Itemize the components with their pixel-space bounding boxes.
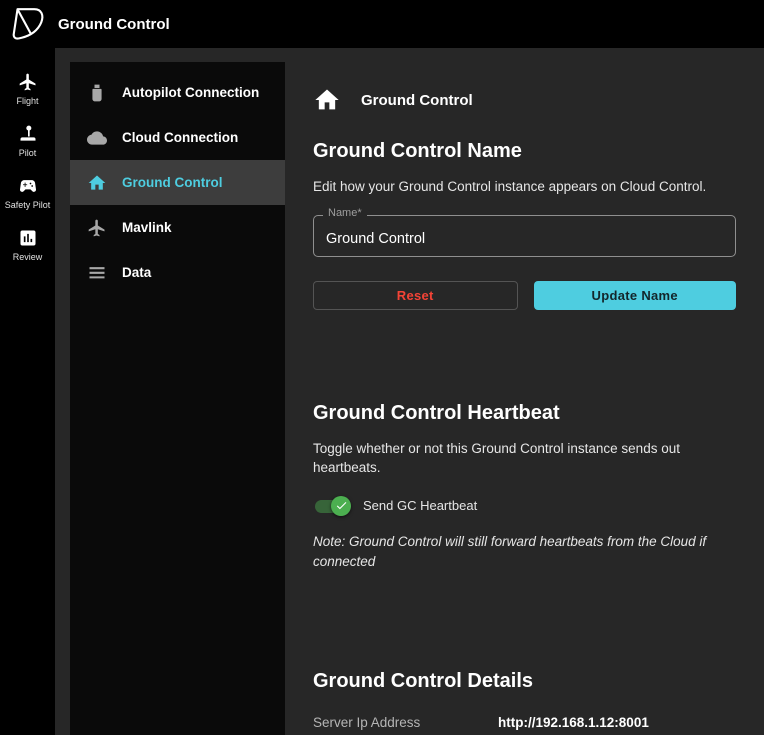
nav-item-label: Data <box>122 265 151 280</box>
nav-item-label: Mavlink <box>122 220 172 235</box>
app-logo-icon <box>8 5 46 43</box>
settings-content: Ground Control Ground Control Name Edit … <box>285 48 764 735</box>
toggle-thumb <box>331 496 351 516</box>
app-title: Ground Control <box>58 16 170 33</box>
name-section: Ground Control Name Edit how your Ground… <box>313 140 736 310</box>
settings-nav: Autopilot Connection Cloud Connection Gr… <box>70 62 285 735</box>
rail-item-label: Pilot <box>19 148 37 158</box>
name-field-label: Name* <box>323 207 367 219</box>
reset-button[interactable]: Reset <box>313 281 518 310</box>
update-name-button[interactable]: Update Name <box>534 281 737 310</box>
details-row-value: http://192.168.1.12:8001 <box>498 715 649 730</box>
page-title: Ground Control <box>361 92 473 109</box>
details-row: Server Ip Address http://192.168.1.12:80… <box>313 715 736 730</box>
cloud-icon <box>87 128 107 148</box>
name-section-title: Ground Control Name <box>313 140 736 163</box>
chart-icon <box>18 228 38 248</box>
rail-item-label: Safety Pilot <box>5 200 51 210</box>
airplane-icon <box>87 218 107 238</box>
rail-item-pilot[interactable]: Pilot <box>0 116 55 168</box>
heartbeat-toggle-row: Send GC Heartbeat <box>313 496 736 516</box>
nav-item-label: Cloud Connection <box>122 130 238 145</box>
nav-item-mavlink[interactable]: Mavlink <box>70 205 285 250</box>
rail-item-label: Review <box>13 252 43 262</box>
nav-item-label: Ground Control <box>122 175 222 190</box>
main-layout: Flight Pilot Safety Pilot Review Autopil… <box>0 48 764 735</box>
heartbeat-toggle-label: Send GC Heartbeat <box>363 498 477 513</box>
rail-item-review[interactable]: Review <box>0 220 55 272</box>
heartbeat-toggle[interactable] <box>313 496 351 516</box>
nav-item-data[interactable]: Data <box>70 250 285 295</box>
top-bar: Ground Control <box>0 0 764 48</box>
details-section: Ground Control Details Server Ip Address… <box>313 670 736 730</box>
name-actions: Reset Update Name <box>313 281 736 310</box>
page-header: Ground Control <box>313 86 736 114</box>
list-icon <box>87 263 107 283</box>
name-input[interactable] <box>313 215 736 257</box>
rail-item-flight[interactable]: Flight <box>0 64 55 116</box>
nav-item-autopilot-connection[interactable]: Autopilot Connection <box>70 70 285 115</box>
nav-item-ground-control[interactable]: Ground Control <box>70 160 285 205</box>
rail-item-safety-pilot[interactable]: Safety Pilot <box>0 168 55 220</box>
nav-item-cloud-connection[interactable]: Cloud Connection <box>70 115 285 160</box>
name-section-description: Edit how your Ground Control instance ap… <box>313 177 736 197</box>
heartbeat-section-title: Ground Control Heartbeat <box>313 402 736 425</box>
heartbeat-section-description: Toggle whether or not this Ground Contro… <box>313 439 736 478</box>
check-icon <box>335 499 348 512</box>
joystick-icon <box>18 124 38 144</box>
details-row-label: Server Ip Address <box>313 715 498 730</box>
usb-drive-icon <box>87 83 107 103</box>
home-icon <box>87 173 107 193</box>
home-icon <box>313 86 341 114</box>
mode-rail: Flight Pilot Safety Pilot Review <box>0 48 55 735</box>
airplane-icon <box>18 72 38 92</box>
name-field: Name* <box>313 215 736 257</box>
heartbeat-note: Note: Ground Control will still forward … <box>313 532 736 573</box>
nav-item-label: Autopilot Connection <box>122 85 259 100</box>
rail-item-label: Flight <box>16 96 38 106</box>
heartbeat-section: Ground Control Heartbeat Toggle whether … <box>313 402 736 573</box>
gamepad-icon <box>18 176 38 196</box>
details-section-title: Ground Control Details <box>313 670 736 693</box>
